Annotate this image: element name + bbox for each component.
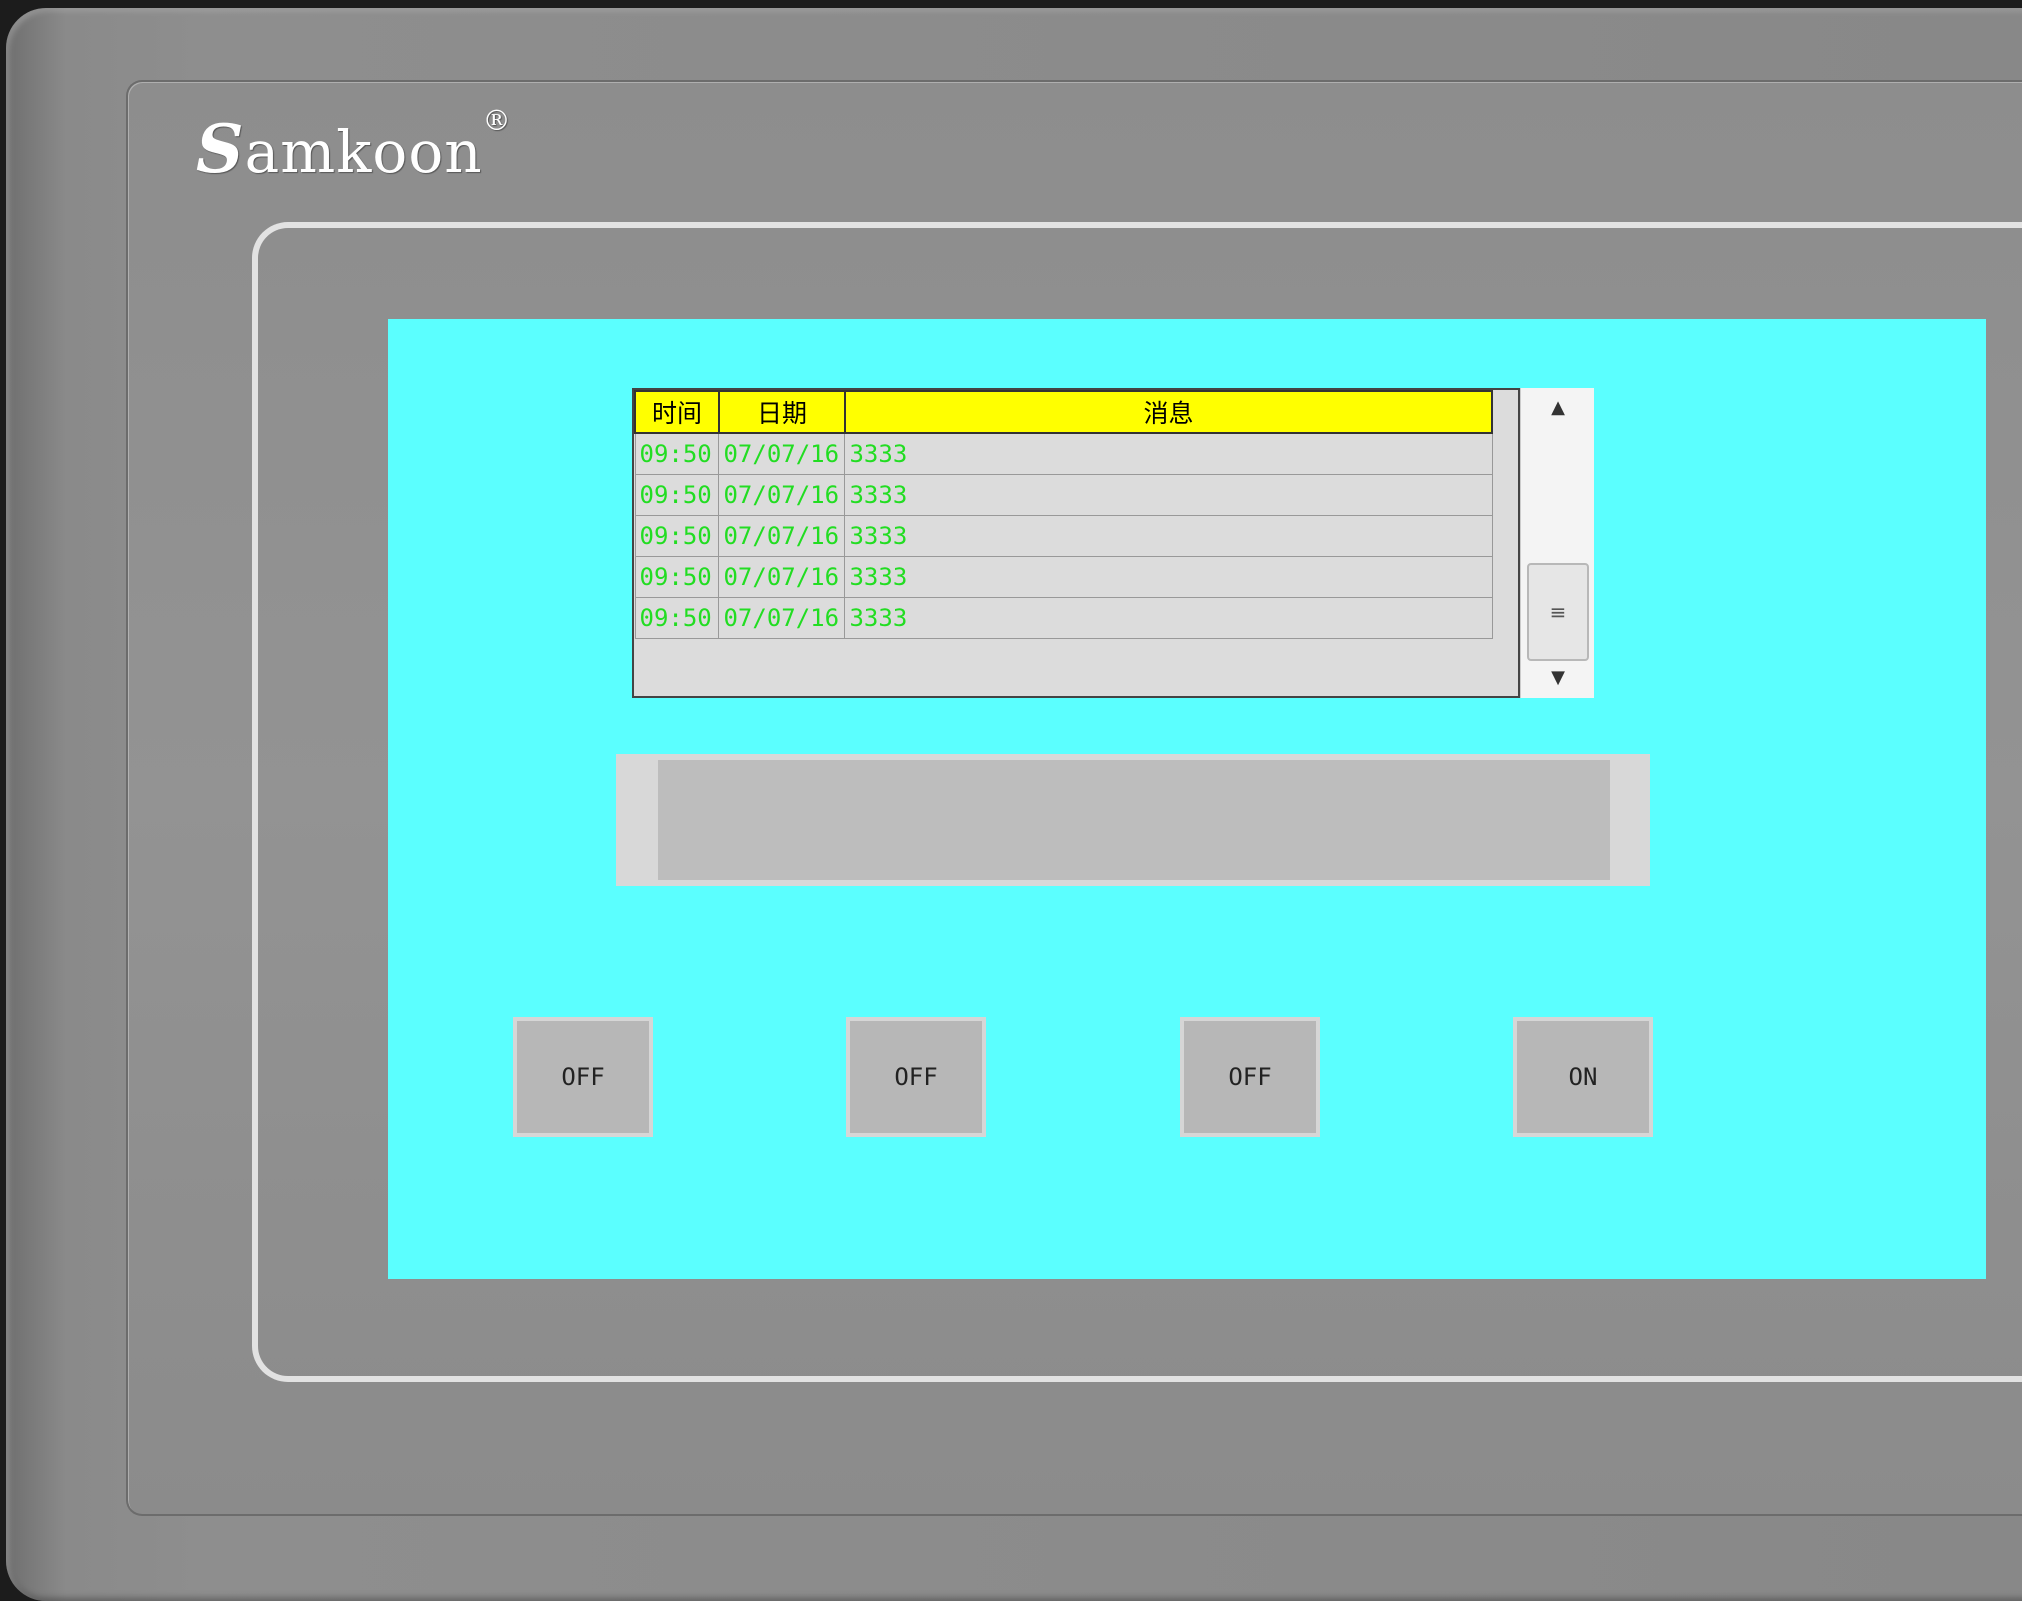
message-display	[616, 754, 1650, 886]
cell-date: 07/07/16	[718, 597, 846, 639]
cell-message: 3333	[844, 597, 1493, 639]
switch-button-1[interactable]: OFF	[513, 1017, 653, 1137]
cell-message: 3333	[844, 556, 1493, 598]
cell-message: 3333	[844, 474, 1493, 516]
table-row[interactable]: 09:50 07/07/16 3333	[634, 474, 1493, 516]
scroll-up-icon[interactable]: ▲	[1521, 388, 1595, 428]
cell-time: 09:50	[634, 474, 720, 516]
switch-button-4[interactable]: ON	[1513, 1017, 1653, 1137]
brand-logo-initial: S	[196, 110, 245, 188]
table-row[interactable]: 09:50 07/07/16 3333	[634, 597, 1493, 639]
cell-date: 07/07/16	[718, 515, 846, 557]
cell-message: 3333	[844, 432, 1493, 475]
alarm-list: 时间 日期 消息 09:50 07/07/16 3333 09:50 07/07…	[632, 388, 1520, 698]
cell-time: 09:50	[634, 515, 720, 557]
cell-message: 3333	[844, 515, 1493, 557]
table-row[interactable]: 09:50 07/07/16 3333	[634, 556, 1493, 598]
column-header-time: 时间	[634, 390, 720, 434]
scroll-down-icon[interactable]: ▼	[1521, 658, 1595, 698]
brand-logo: Samkoon®	[196, 104, 512, 188]
cell-time: 09:50	[634, 597, 720, 639]
cell-date: 07/07/16	[718, 474, 846, 516]
registered-mark: ®	[482, 104, 512, 137]
switch-button-3[interactable]: OFF	[1180, 1017, 1320, 1137]
column-header-date: 日期	[717, 390, 846, 434]
column-header-message: 消息	[843, 390, 1494, 434]
cell-date: 07/07/16	[718, 556, 846, 598]
alarm-scrollbar[interactable]: ▲ ≡ ▼	[1520, 388, 1594, 698]
table-row[interactable]: 09:50 07/07/16 3333	[634, 515, 1493, 557]
cell-time: 09:50	[634, 556, 720, 598]
cell-date: 07/07/16	[718, 432, 846, 475]
alarm-table: 时间 日期 消息 09:50 07/07/16 3333 09:50 07/07…	[634, 390, 1494, 639]
switch-button-2[interactable]: OFF	[846, 1017, 986, 1137]
message-display-field	[658, 760, 1610, 880]
scroll-thumb[interactable]: ≡	[1527, 563, 1589, 661]
brand-logo-rest: amkoon	[244, 118, 483, 186]
cell-time: 09:50	[634, 432, 720, 475]
alarm-header-row: 时间 日期 消息	[634, 390, 1494, 434]
table-row[interactable]: 09:50 07/07/16 3333	[634, 432, 1493, 475]
